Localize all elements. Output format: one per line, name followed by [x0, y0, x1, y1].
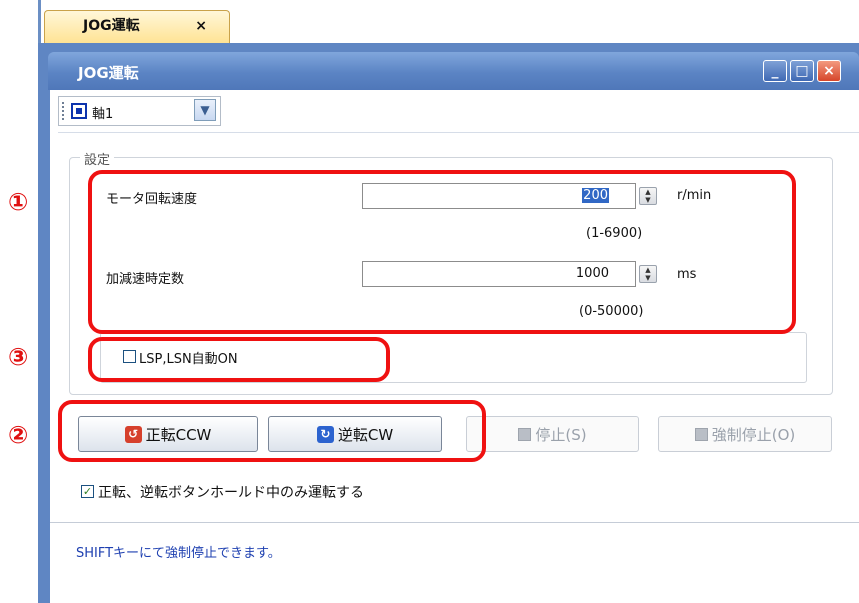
axis-icon — [71, 103, 87, 119]
toolbar-grip-icon[interactable] — [62, 102, 65, 120]
axis-select-value[interactable]: 軸1 — [92, 103, 113, 122]
annotation-box-3 — [88, 337, 390, 382]
minimize-button[interactable]: _ — [763, 60, 787, 82]
tab-label: JOG運転 — [83, 18, 140, 34]
forced-stop-button[interactable]: 強制停止(O) — [658, 416, 832, 452]
hold-only-checkbox[interactable]: ✓ — [81, 485, 94, 498]
chevron-down-icon[interactable]: ▼ — [194, 99, 216, 121]
settings-group-label: 設定 — [80, 149, 115, 168]
stop-button[interactable]: 停止(S) — [466, 416, 639, 452]
annotation-marker-3: ③ — [8, 343, 29, 371]
annotation-marker-2: ② — [8, 421, 29, 449]
close-button[interactable]: × — [817, 60, 841, 82]
stop-icon — [518, 427, 532, 441]
annotation-marker-1: ① — [8, 188, 29, 216]
forced-stop-label: 強制停止(O) — [711, 425, 796, 444]
footer-divider — [50, 522, 859, 523]
window-title: JOG運転 — [78, 64, 139, 82]
footer-message: SHIFTキーにて強制停止できます。 — [76, 546, 281, 561]
toolbar-divider — [58, 132, 859, 133]
annotation-box-2 — [58, 400, 486, 462]
stop-label: 停止(S) — [535, 425, 587, 444]
tab-close-icon[interactable]: × — [195, 11, 207, 41]
forced-stop-icon — [694, 427, 708, 441]
hold-only-label: 正転、逆転ボタンホールド中のみ運転する — [98, 485, 364, 501]
window-titlebar[interactable] — [48, 52, 859, 90]
maximize-button[interactable]: □ — [790, 60, 814, 82]
tab-jog-operation[interactable]: JOG運転 × — [44, 10, 230, 43]
annotation-box-1 — [88, 170, 796, 334]
